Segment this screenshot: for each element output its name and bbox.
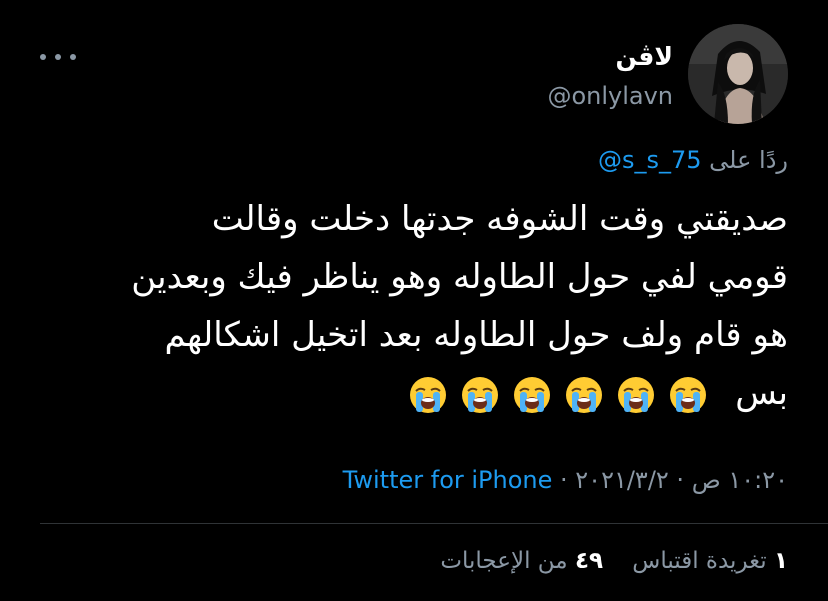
quote-count: ١ xyxy=(773,548,788,574)
reply-mention-link[interactable]: @s_s_75 xyxy=(598,146,702,174)
loudly-crying-face-icon xyxy=(514,376,551,413)
more-options-icon[interactable] xyxy=(40,46,76,68)
meta-separator: · xyxy=(668,466,692,494)
reply-prefix: ردًا على xyxy=(709,146,788,174)
loudly-crying-face-icon xyxy=(670,376,707,413)
loudly-crying-face-icon xyxy=(462,376,499,413)
author-display-name[interactable]: لاڤن xyxy=(616,42,673,71)
tweet-line: صديقتي وقت الشوفه جدتها دخلت وقالت xyxy=(211,199,788,239)
dot xyxy=(40,54,46,60)
like-count: ٤٩ xyxy=(574,548,604,574)
like-stat[interactable]: ٤٩ من الإعجابات xyxy=(440,548,603,574)
tweet-last-line: بس xyxy=(48,364,788,422)
loudly-crying-face-icon xyxy=(566,376,603,413)
tweet-date: ٢٠٢١/٣/٢ xyxy=(575,466,669,494)
tweet-line: بس xyxy=(735,373,788,413)
avatar[interactable] xyxy=(688,24,788,124)
emoji-row xyxy=(408,375,708,415)
tweet-time: ١٠:٢٠ ص xyxy=(691,466,788,494)
author-handle[interactable]: @onlylavn xyxy=(547,82,673,110)
avatar-image xyxy=(688,24,788,124)
dot xyxy=(55,54,61,60)
tweet-line: قومي لفي حول الطاوله وهو يناظر فيك وبعدي… xyxy=(131,257,788,297)
loudly-crying-face-icon xyxy=(618,376,655,413)
meta-separator: · xyxy=(552,466,576,494)
engagement-stats: ١ تغريدة اقتباس ٤٩ من الإعجابات xyxy=(440,548,788,574)
loudly-crying-face-icon xyxy=(410,376,447,413)
divider xyxy=(40,523,828,524)
reply-context: ردًا على @s_s_75 xyxy=(598,146,788,174)
quote-label: تغريدة اقتباس xyxy=(632,548,767,574)
tweet-line: هو قام ولف حول الطاوله بعد اتخيل اشكالهم xyxy=(164,315,788,355)
like-label: من الإعجابات xyxy=(440,548,568,574)
source-link[interactable]: Twitter for iPhone xyxy=(343,466,553,494)
quote-stat[interactable]: ١ تغريدة اقتباس xyxy=(632,548,788,574)
dot xyxy=(70,54,76,60)
tweet-meta: Twitter for iPhone · ١٠:٢٠ ص · ٢٠٢١/٣/٢ xyxy=(343,466,788,494)
tweet-text: صديقتي وقت الشوفه جدتها دخلت وقالت قومي … xyxy=(48,190,788,422)
